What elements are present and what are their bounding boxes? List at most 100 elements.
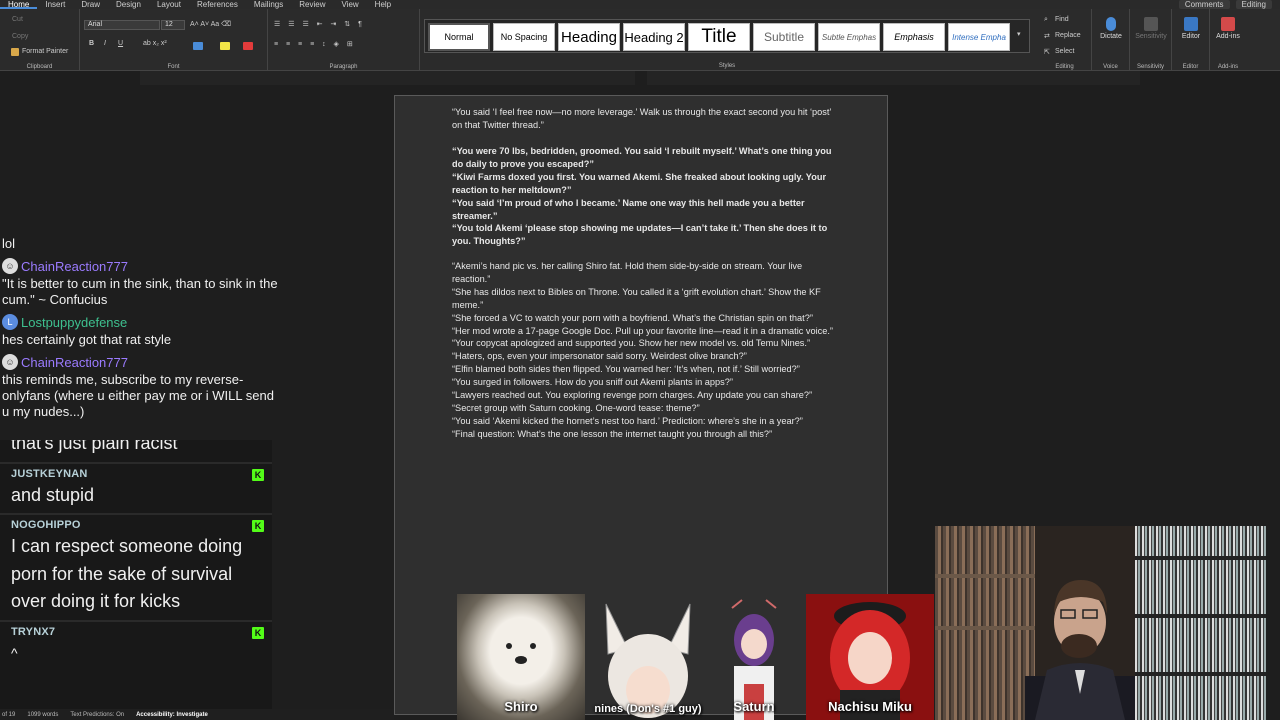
shelf-divider: [1135, 672, 1266, 676]
select-button[interactable]: Select: [1055, 48, 1074, 55]
shelf-divider: [1135, 614, 1266, 618]
chat-message: lol: [2, 236, 16, 251]
editing-group: ⌕ Find ⇄ Replace ⇱ Select Editing: [1038, 9, 1092, 71]
chat-overlay-primary: lol ☺ ChainReaction777 "It is better to …: [0, 236, 278, 420]
page-count[interactable]: of 19: [2, 712, 15, 718]
avatar-shiro: Shiro: [457, 594, 585, 720]
chat-username: Lostpuppydefense: [21, 314, 128, 330]
replace-icon: ⇄: [1044, 33, 1050, 40]
tab-view[interactable]: View: [333, 0, 366, 9]
addins-label: Add-ins: [1217, 64, 1239, 70]
chat-user-row: L Lostpuppydefense: [0, 312, 278, 332]
replace-button[interactable]: Replace: [1055, 32, 1081, 39]
style-subtitle[interactable]: Subtitle: [753, 23, 815, 51]
style-title[interactable]: Title: [688, 23, 750, 51]
chat-username: ChainReaction777: [21, 258, 128, 274]
question: “You told Akemi ‘please stop showing me …: [452, 223, 828, 247]
question: “You surged in followers. How do you sni…: [452, 377, 733, 388]
align-icons[interactable]: ≡ ≡ ≡ ≡ ↕ ◈ ⊞: [274, 40, 356, 48]
chat-message: and stupid: [11, 484, 95, 505]
question: “Your copycat apologized and supported y…: [452, 338, 811, 349]
question: “She forced a VC to watch your porn with…: [452, 312, 813, 323]
screen: Home Insert Draw Design Layout Reference…: [0, 0, 1280, 720]
style-no-spacing[interactable]: No Spacing: [493, 23, 555, 51]
font-color-icon[interactable]: [243, 42, 253, 50]
question: “Elfin blamed both sides then flipped. Y…: [452, 364, 800, 375]
text-predictions-status[interactable]: Text Predictions: On: [70, 712, 124, 718]
underline-icon[interactable]: U: [118, 40, 123, 47]
italic-icon[interactable]: I: [104, 40, 106, 47]
cut-button[interactable]: Cut: [12, 16, 23, 23]
word-count[interactable]: 1099 words: [27, 712, 58, 718]
tab-mailings[interactable]: Mailings: [246, 0, 291, 9]
question: “You were 70 lbs, bedridden, groomed. Yo…: [452, 146, 832, 169]
question-block-intro: “You said ‘I feel free now—no more lever…: [452, 106, 837, 132]
text-effects-icon[interactable]: [193, 42, 203, 50]
strikethrough-icon[interactable]: ab x₂ x²: [143, 40, 167, 47]
find-button[interactable]: Find: [1055, 16, 1069, 23]
editor-label: Editor: [1182, 64, 1199, 70]
tab-help[interactable]: Help: [367, 0, 399, 9]
styles-more-icon[interactable]: ▾: [1017, 30, 1021, 38]
avatar-name: Shiro: [504, 699, 538, 714]
font-size-input[interactable]: 12: [161, 20, 185, 30]
avatar-name: Nachisu Miku: [828, 699, 912, 714]
sensitivity-button[interactable]: Sensitivity: [1134, 15, 1168, 40]
style-heading[interactable]: Heading: [558, 23, 620, 51]
chat-message: that's just plain racist: [11, 440, 178, 453]
avatar-icon: L: [2, 314, 18, 330]
chat-user-row: ☺ ChainReaction777: [0, 256, 278, 276]
paragraph-label: Paragraph: [329, 64, 358, 70]
style-emphasis[interactable]: Emphasis: [883, 23, 945, 51]
editor-icon: [1184, 17, 1198, 31]
accessibility-status[interactable]: Accessibility: Investigate: [136, 712, 208, 718]
style-heading-2[interactable]: Heading 2: [623, 23, 685, 51]
grow-font-icon[interactable]: A˄ A˅ Aa ⌫: [190, 20, 231, 28]
shelf-divider: [1135, 556, 1266, 560]
editor-group: Editor Editor: [1172, 9, 1210, 71]
editor-button-label: Editor: [1181, 33, 1201, 40]
select-icon: ⇱: [1044, 49, 1050, 56]
sensitivity-group: Sensitivity Sensitivity: [1130, 9, 1172, 71]
editor-button[interactable]: Editor: [1174, 15, 1208, 40]
style-intense-emphasis[interactable]: Intense Empha: [948, 23, 1010, 51]
avatar-nines: nines (Don's #1 guy): [588, 594, 708, 720]
clipboard-group: Cut Copy Format Painter Clipboard: [0, 9, 80, 71]
comments-button[interactable]: Comments: [1178, 0, 1230, 9]
voice-label: Voice: [1103, 64, 1118, 70]
question: “She has dildos next to Bibles on Throne…: [452, 286, 821, 310]
fox-girl-icon: [605, 603, 691, 718]
dictate-button[interactable]: Dictate: [1094, 15, 1128, 40]
tab-references[interactable]: References: [189, 0, 246, 9]
kick-badge-icon: K: [252, 626, 264, 639]
list-icons[interactable]: ☰ ☰ ☰ ⇤ ⇥ ⇅ ¶: [274, 20, 365, 28]
microphone-icon: [1106, 17, 1116, 31]
bold-icon[interactable]: B: [89, 40, 94, 47]
chat-username: NOGOHIPPO: [11, 519, 81, 531]
copy-button[interactable]: Copy: [12, 33, 28, 40]
tab-insert[interactable]: Insert: [37, 0, 73, 9]
tab-home[interactable]: Home: [0, 0, 38, 9]
tab-review[interactable]: Review: [291, 0, 333, 9]
kick-badge-icon: K: [252, 468, 264, 481]
addins-icon: [1221, 17, 1235, 31]
style-normal[interactable]: Normal: [428, 23, 490, 51]
chat-entry: JUSTKEYNAN K and stupid: [0, 464, 272, 515]
tab-design[interactable]: Design: [108, 0, 149, 9]
tab-draw[interactable]: Draw: [73, 0, 108, 9]
webcam-feed: [935, 526, 1266, 720]
avatar-icon: ☺: [2, 354, 18, 370]
avatar-saturn: Saturn: [712, 594, 796, 720]
highlight-color-icon[interactable]: [220, 42, 230, 50]
sensitivity-icon: [1144, 17, 1158, 31]
addins-button[interactable]: Add-ins: [1211, 15, 1245, 40]
shelf-divider: [935, 574, 1035, 578]
font-name-input[interactable]: Arial: [84, 20, 160, 30]
tab-layout[interactable]: Layout: [149, 0, 189, 9]
question: “You said ‘I’m proud of who I became.’ N…: [452, 197, 805, 221]
chat-message: "It is better to cum in the sink, than t…: [2, 276, 278, 307]
question: “Lawyers reached out. You exploring reve…: [452, 390, 813, 401]
format-painter-button[interactable]: Format Painter: [22, 48, 68, 55]
editing-mode-button[interactable]: Editing: [1235, 0, 1272, 9]
style-subtle-emphasis[interactable]: Subtle Emphas: [818, 23, 880, 51]
